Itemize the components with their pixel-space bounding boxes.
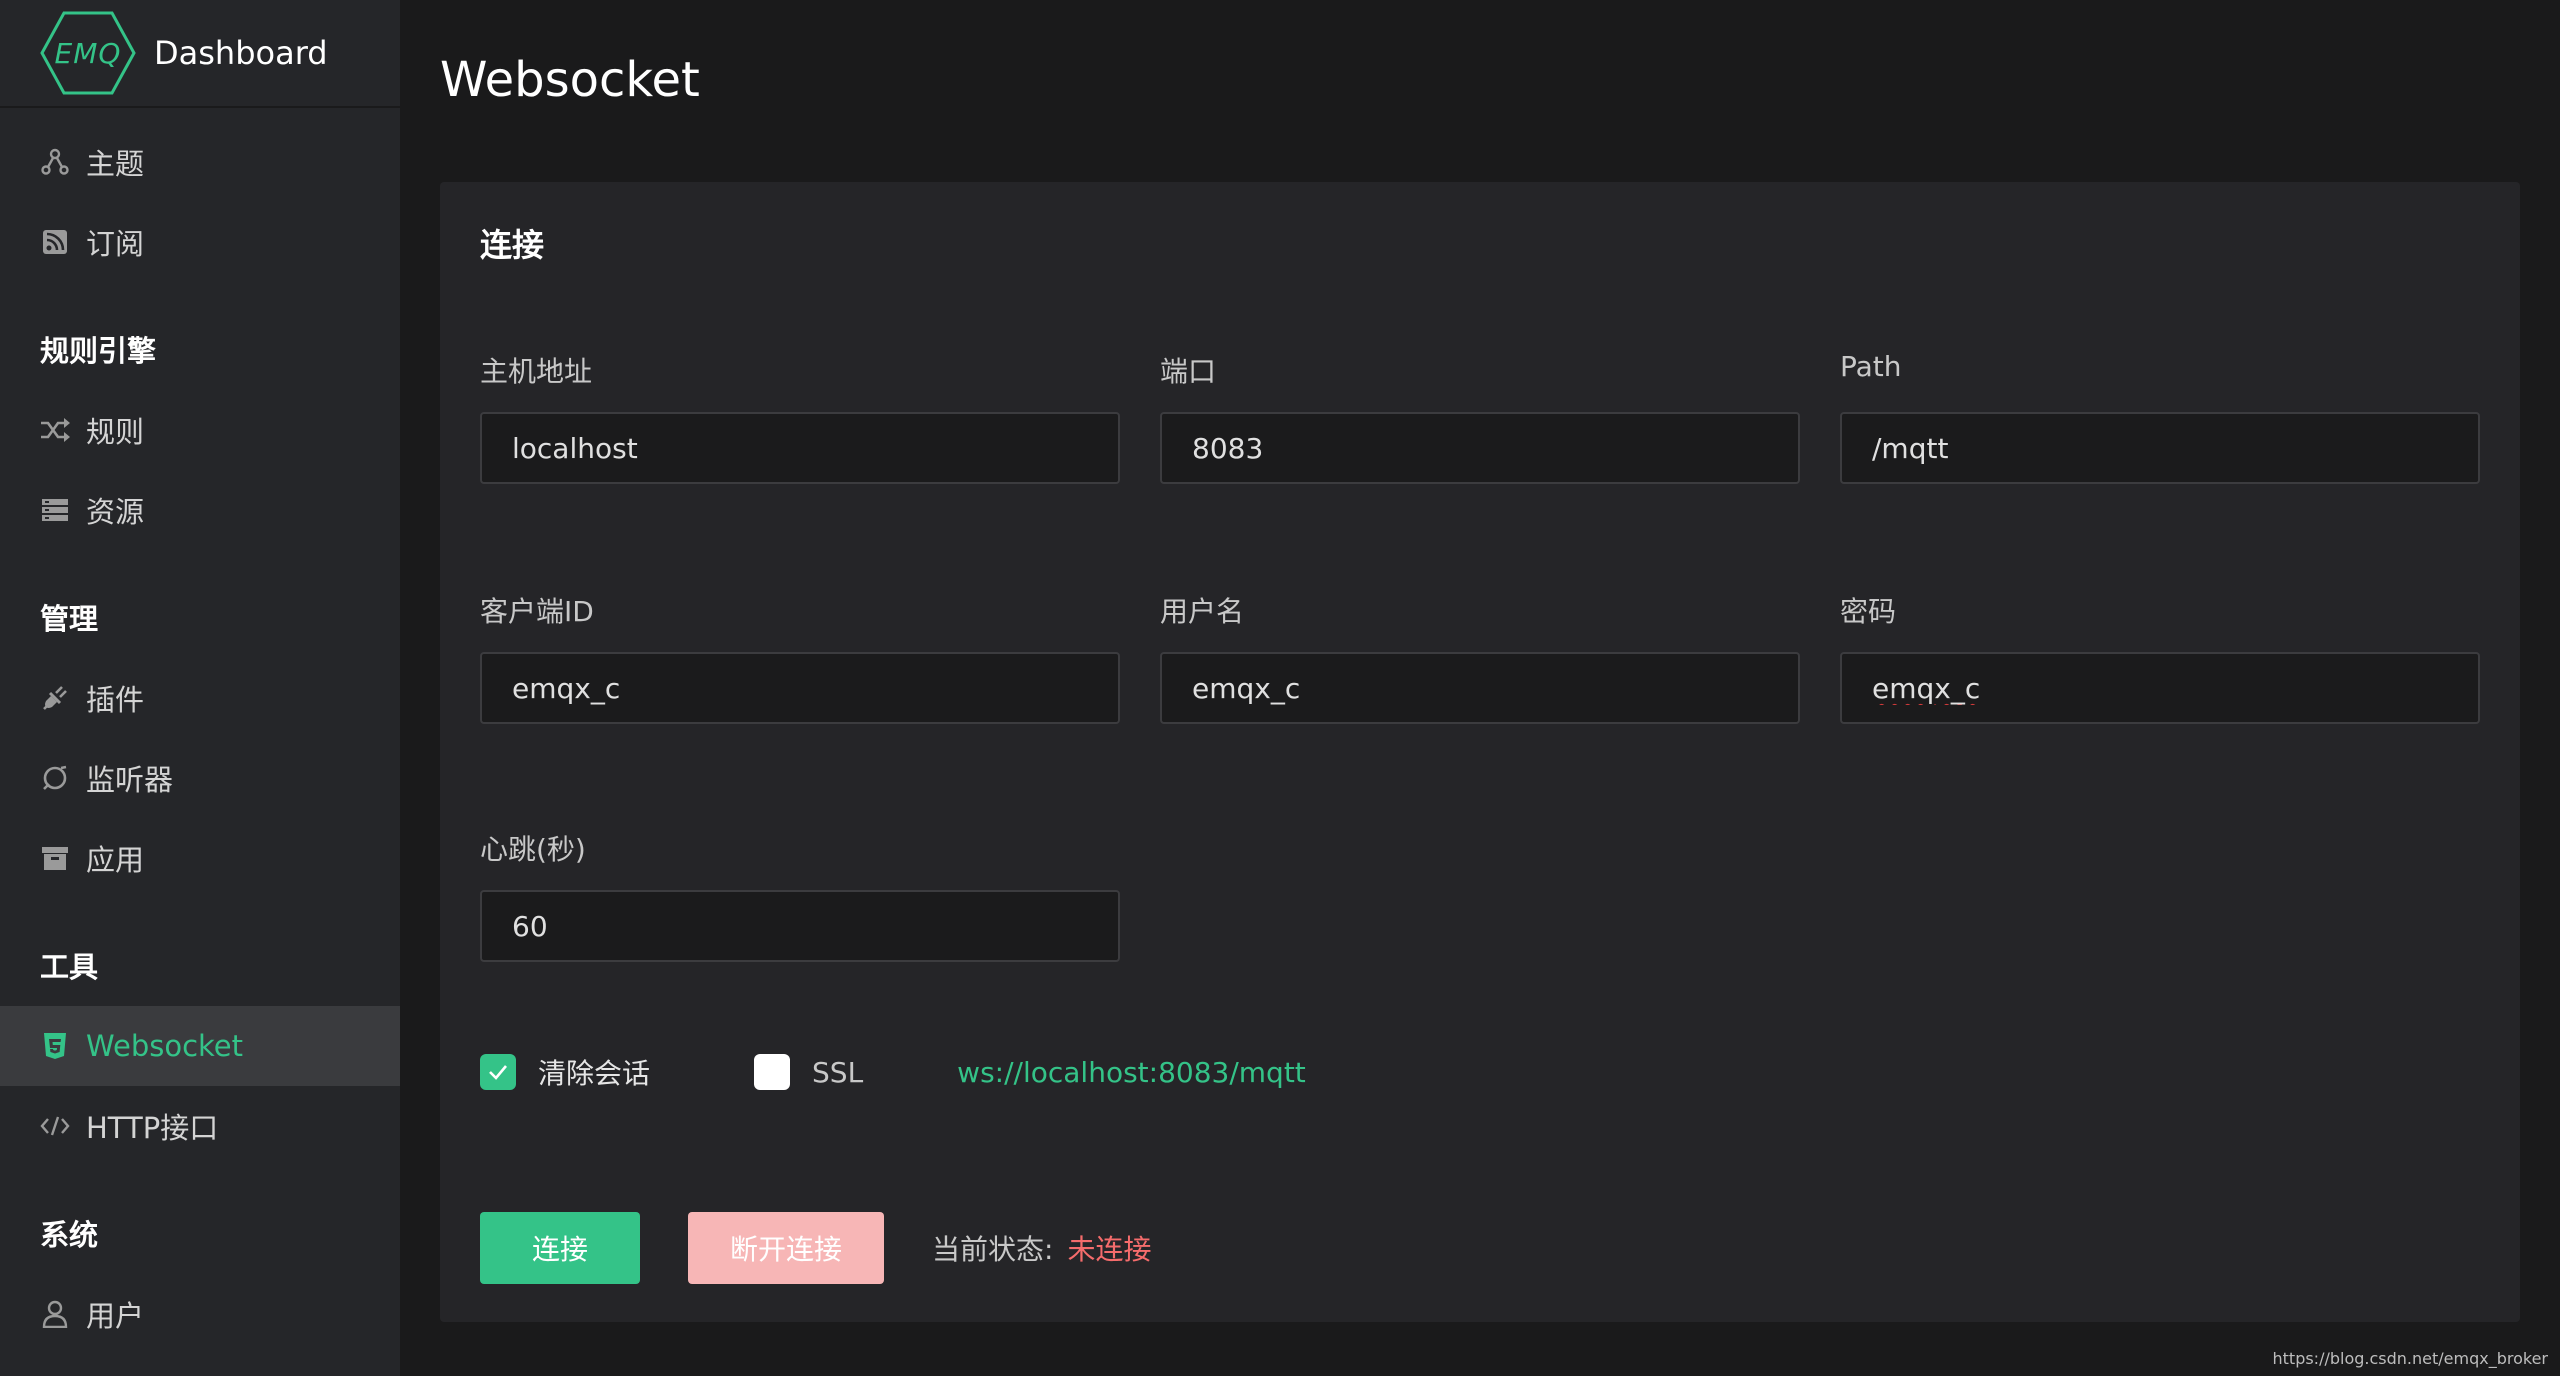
keepalive-field: 心跳(秒) xyxy=(480,828,1120,962)
port-field: 端口 xyxy=(1160,350,1800,484)
sidebar-item-applications[interactable]: 应用 xyxy=(0,818,400,898)
sidebar-item-http-api[interactable]: HTTP接口 xyxy=(0,1086,400,1166)
username-field: 用户名 xyxy=(1160,590,1800,724)
options-row: 清除会话 SSL ws://localhost:8083/mqtt xyxy=(480,1052,1306,1092)
sidebar-item-label: 用户 xyxy=(86,1299,145,1333)
checkbox-unchecked-icon[interactable] xyxy=(754,1054,791,1090)
main-content: Websocket 连接 主机地址 端口 Path 客户端ID 用户名 密码 xyxy=(400,0,2560,1376)
sidebar-item-label: 应用 xyxy=(86,843,145,877)
logo-text: EMQ xyxy=(54,36,122,70)
sidebar-item-label: 规则 xyxy=(86,415,145,449)
client-id-field: 客户端ID xyxy=(480,590,1120,724)
actions-row: 连接 断开连接 当前状态: 未连接 xyxy=(480,1212,1151,1284)
connection-card: 连接 主机地址 端口 Path 客户端ID 用户名 密码 心跳(秒 xyxy=(440,182,2520,1322)
emq-logo: EMQ xyxy=(40,10,136,96)
connect-button[interactable]: 连接 xyxy=(480,1212,640,1284)
client-id-input[interactable] xyxy=(480,652,1120,724)
sidebar-item-label: 插件 xyxy=(86,683,145,717)
host-label: 主机地址 xyxy=(480,355,593,388)
sidebar-item-label: Websocket xyxy=(86,1029,243,1063)
port-input[interactable] xyxy=(1160,412,1800,484)
password-label: 密码 xyxy=(1840,595,1897,628)
sidebar-item-listeners[interactable]: 监听器 xyxy=(0,738,400,818)
code-icon xyxy=(40,1111,70,1141)
ssl-checkbox[interactable]: SSL xyxy=(754,1054,863,1090)
listener-icon xyxy=(40,763,70,793)
path-field: Path xyxy=(1840,350,2480,484)
topic-icon xyxy=(40,147,70,177)
sidebar-item-resources[interactable]: 资源 xyxy=(0,470,400,550)
rss-icon xyxy=(40,227,70,257)
archive-icon xyxy=(40,843,70,873)
disconnect-button[interactable]: 断开连接 xyxy=(688,1212,884,1284)
storage-icon xyxy=(40,495,70,525)
port-label: 端口 xyxy=(1160,355,1217,388)
user-icon xyxy=(40,1299,70,1329)
sidebar-item-users[interactable]: 用户 xyxy=(0,1274,400,1354)
sidebar-section-rule-engine: 规则引擎 xyxy=(40,334,157,368)
sidebar-item-websocket[interactable]: Websocket xyxy=(0,1006,400,1086)
sidebar-section-system: 系统 xyxy=(40,1218,99,1252)
sidebar-item-label: 监听器 xyxy=(86,763,174,797)
path-input[interactable] xyxy=(1840,412,2480,484)
host-field: 主机地址 xyxy=(480,350,1120,484)
brand-title: Dashboard xyxy=(154,34,328,72)
ssl-label: SSL xyxy=(812,1055,864,1089)
watermark: https://blog.csdn.net/emqx_broker xyxy=(2272,1349,2549,1368)
sidebar-item-label: 主题 xyxy=(86,147,145,181)
sidebar: EMQ Dashboard 主题 订阅 规则引擎 规则 资源 管理 插件 监听器… xyxy=(0,0,400,1376)
keepalive-input[interactable] xyxy=(480,890,1120,962)
sidebar-item-rules[interactable]: 规则 xyxy=(0,390,400,470)
status-label: 当前状态: xyxy=(932,1233,1054,1266)
page-title: Websocket xyxy=(440,52,700,108)
clean-session-checkbox[interactable]: 清除会话 xyxy=(480,1052,650,1092)
path-label: Path xyxy=(1840,350,1902,383)
password-input[interactable] xyxy=(1840,652,2480,724)
keepalive-label: 心跳(秒) xyxy=(480,833,586,866)
username-label: 用户名 xyxy=(1160,595,1245,628)
username-input[interactable] xyxy=(1160,652,1800,724)
sidebar-item-label: HTTP接口 xyxy=(86,1111,219,1145)
clean-session-label: 清除会话 xyxy=(538,1057,651,1090)
shuffle-icon xyxy=(40,415,70,445)
plug-icon xyxy=(40,683,70,713)
sidebar-item-label: 订阅 xyxy=(86,227,145,261)
ws-url: ws://localhost:8083/mqtt xyxy=(957,1055,1306,1089)
card-title: 连接 xyxy=(480,226,545,264)
host-input[interactable] xyxy=(480,412,1120,484)
sidebar-item-subscriptions[interactable]: 订阅 xyxy=(0,202,400,282)
sidebar-item-label: 资源 xyxy=(86,495,145,529)
brand[interactable]: EMQ Dashboard xyxy=(0,0,400,108)
password-field: 密码 xyxy=(1840,590,2480,724)
html5-icon xyxy=(40,1031,70,1061)
sidebar-section-tools: 工具 xyxy=(40,950,99,984)
sidebar-item-plugins[interactable]: 插件 xyxy=(0,658,400,738)
status-value: 未连接 xyxy=(1067,1233,1152,1266)
checkbox-checked-icon[interactable] xyxy=(480,1054,516,1090)
client-id-label: 客户端ID xyxy=(480,595,594,628)
sidebar-item-topics[interactable]: 主题 xyxy=(0,122,400,202)
sidebar-section-management: 管理 xyxy=(40,602,99,636)
